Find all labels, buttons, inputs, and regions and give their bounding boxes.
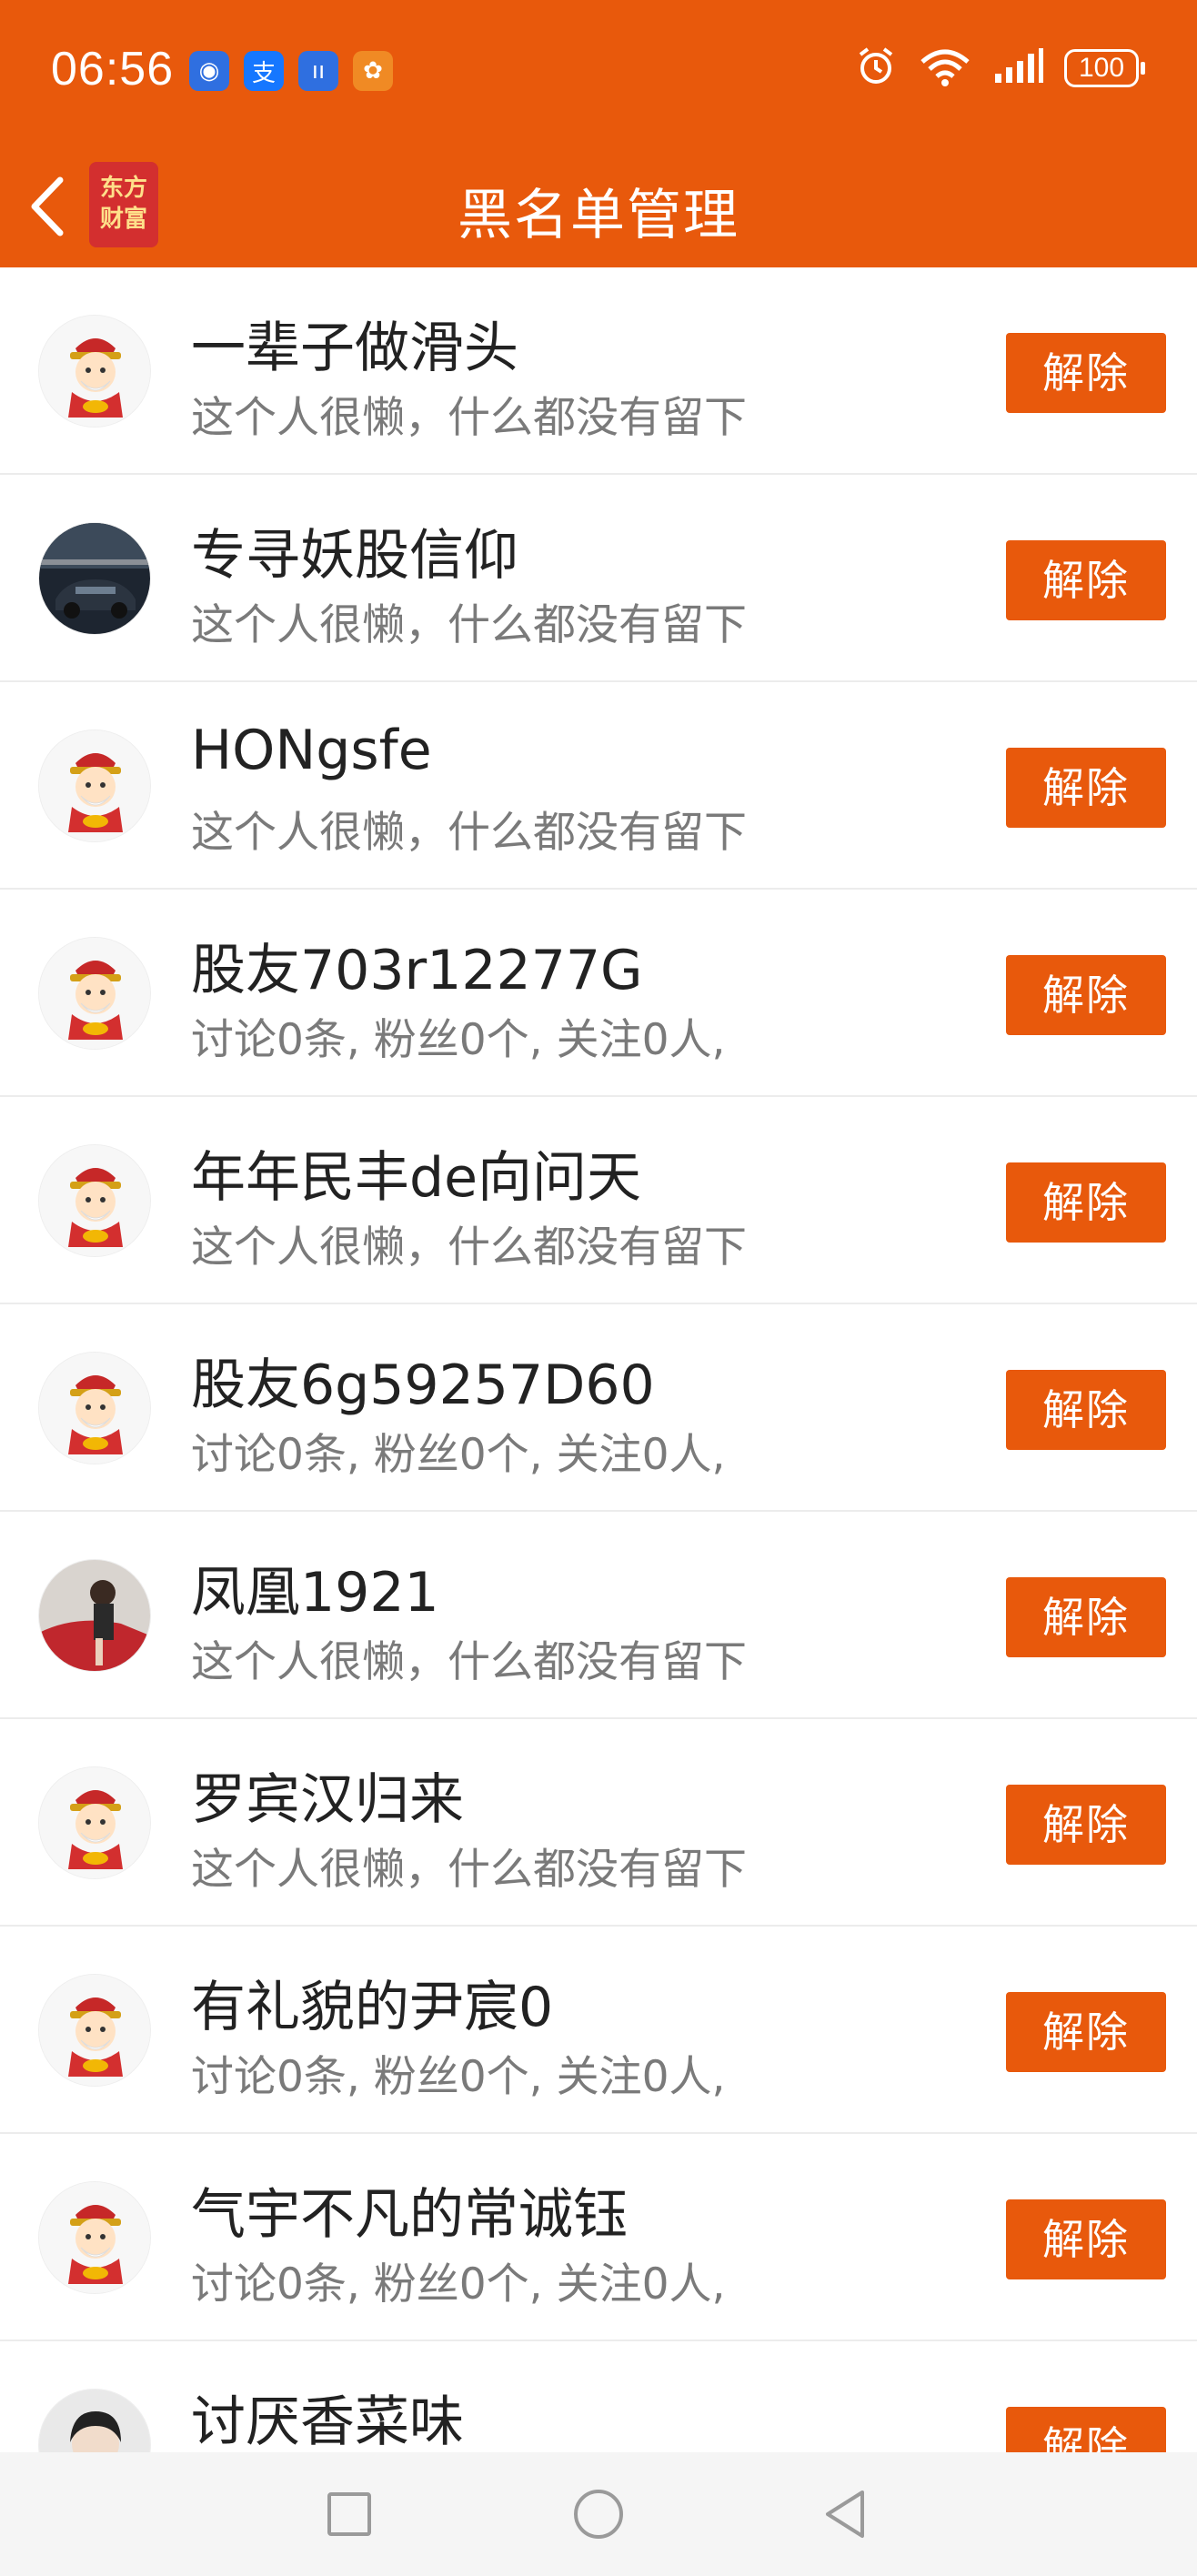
avatar[interactable]	[38, 1766, 151, 1879]
user-name: 年年民丰de向问天	[191, 1146, 641, 1210]
user-name: 凤凰1921	[191, 1561, 439, 1625]
user-description: 这个人很懒，什么都没有留下	[191, 393, 747, 443]
unblock-button[interactable]: 解除	[1006, 955, 1166, 1035]
user-name: 罗宾汉归来	[191, 1768, 464, 1832]
avatar[interactable]	[38, 937, 151, 1050]
user-name: 一辈子做滑头	[191, 317, 518, 380]
unblock-button[interactable]: 解除	[1006, 2407, 1166, 2452]
blacklist-row[interactable]: 专寻妖股信仰这个人很懒，什么都没有留下 解除	[0, 475, 1197, 682]
user-name: 股友703r12277G	[191, 939, 643, 1002]
user-description: 这个人很懒，什么都没有留下	[191, 1845, 747, 1895]
blacklist-row[interactable]: HONgsfe 这个人很懒，什么都没有留下 解除	[0, 682, 1197, 890]
user-description: 讨论0条, 粉丝0个, 关注0人,	[191, 1015, 726, 1065]
notification-icons: ◉ 支 ıı ✿	[189, 51, 393, 91]
user-name: 有礼貌的尹宸0	[191, 1976, 554, 2039]
avatar[interactable]	[38, 2181, 151, 2294]
avatar[interactable]	[38, 730, 151, 842]
avatar[interactable]	[38, 1559, 151, 1672]
status-time: 06:56	[51, 43, 175, 96]
avatar[interactable]	[38, 2389, 151, 2452]
user-description: 这个人很懒，什么都没有留下	[191, 808, 747, 858]
signal-icon	[993, 48, 1044, 88]
unblock-button[interactable]: 解除	[1006, 2199, 1166, 2279]
system-icons: 100	[855, 45, 1145, 91]
user-name: 股友6g59257D60	[191, 1353, 655, 1417]
unblock-button[interactable]: 解除	[1006, 1162, 1166, 1243]
user-name: 气宇不凡的常诚钰	[191, 2183, 628, 2247]
circle-icon	[574, 2490, 623, 2539]
unblock-button[interactable]: 解除	[1006, 1577, 1166, 1657]
user-name: 讨厌香菜味	[191, 2390, 464, 2452]
blacklist-row[interactable]: 有礼貌的尹宸0 讨论0条, 粉丝0个, 关注0人, 解除	[0, 1927, 1197, 2134]
user-name: HONgsfe	[191, 719, 432, 782]
blacklist-row[interactable]: 罗宾汉归来这个人很懒，什么都没有留下 解除	[0, 1719, 1197, 1927]
status-bar: 06:56 ◉ 支 ıı ✿ 100	[0, 0, 1197, 146]
user-description: 讨论0条, 粉丝0个, 关注0人,	[191, 2259, 726, 2309]
unblock-button[interactable]: 解除	[1006, 1992, 1166, 2072]
blacklist-row[interactable]: 股友703r12277G 讨论0条, 粉丝0个, 关注0人, 解除	[0, 890, 1197, 1097]
square-icon	[327, 2492, 371, 2536]
blacklist-row[interactable]: 凤凰1921 这个人很懒，什么都没有留下 解除	[0, 1512, 1197, 1719]
fox-app-icon: ✿	[353, 51, 393, 91]
unblock-button[interactable]: 解除	[1006, 333, 1166, 413]
system-navigation-bar	[0, 2452, 1197, 2576]
avatar[interactable]	[38, 1974, 151, 2087]
blacklist-row[interactable]: 讨厌香菜味 解除	[0, 2341, 1197, 2452]
user-description: 这个人很懒，什么都没有留下	[191, 600, 747, 650]
user-description: 讨论0条, 粉丝0个, 关注0人,	[191, 1430, 726, 1480]
page-title: 黑名单管理	[458, 184, 739, 247]
nav-bar: 东方 财富 黑名单管理	[0, 146, 1197, 267]
user-name: 专寻妖股信仰	[191, 524, 518, 588]
alarm-icon	[855, 45, 897, 91]
user-description: 这个人很懒，什么都没有留下	[191, 1223, 747, 1273]
blacklist-row[interactable]: 气宇不凡的常诚钰讨论0条, 粉丝0个, 关注0人, 解除	[0, 2134, 1197, 2341]
triangle-back-icon	[826, 2490, 864, 2538]
unblock-button[interactable]: 解除	[1006, 1785, 1166, 1865]
avatar[interactable]	[38, 522, 151, 635]
battery-icon: 100	[1064, 49, 1145, 87]
home-button[interactable]	[571, 2487, 626, 2541]
system-back-button[interactable]	[819, 2487, 873, 2541]
unblock-button[interactable]: 解除	[1006, 1370, 1166, 1450]
blacklist: 一辈子做滑头 这个人很懒，什么都没有留下 解除 专寻妖股信仰 这个人很懒，什么都没有留下…	[0, 267, 1197, 2452]
app-notification-icon: ◉	[189, 51, 229, 91]
unblock-button[interactable]: 解除	[1006, 540, 1166, 620]
unblock-button[interactable]: 解除	[1006, 748, 1166, 828]
avatar[interactable]	[38, 315, 151, 428]
avatar[interactable]	[38, 1144, 151, 1257]
recent-apps-button[interactable]	[322, 2487, 377, 2541]
blacklist-row[interactable]: 年年民丰de向问天这个人很懒，什么都没有留下 解除	[0, 1097, 1197, 1304]
blacklist-row[interactable]: 一辈子做滑头这个人很懒，什么都没有留下 解除	[0, 267, 1197, 475]
alipay-icon: 支	[244, 51, 284, 91]
avatar[interactable]	[38, 1352, 151, 1464]
voice-app-icon: ıı	[298, 51, 338, 91]
blacklist-row[interactable]: 股友6g59257D60 讨论0条, 粉丝0个, 关注0人, 解除	[0, 1304, 1197, 1512]
user-description: 讨论0条, 粉丝0个, 关注0人,	[191, 2052, 726, 2102]
app-header: 06:56 ◉ 支 ıı ✿ 100 东方 财富 黑名单管理	[0, 0, 1197, 267]
user-description: 这个人很懒，什么都没有留下	[191, 1637, 747, 1687]
wifi-icon	[917, 45, 973, 91]
